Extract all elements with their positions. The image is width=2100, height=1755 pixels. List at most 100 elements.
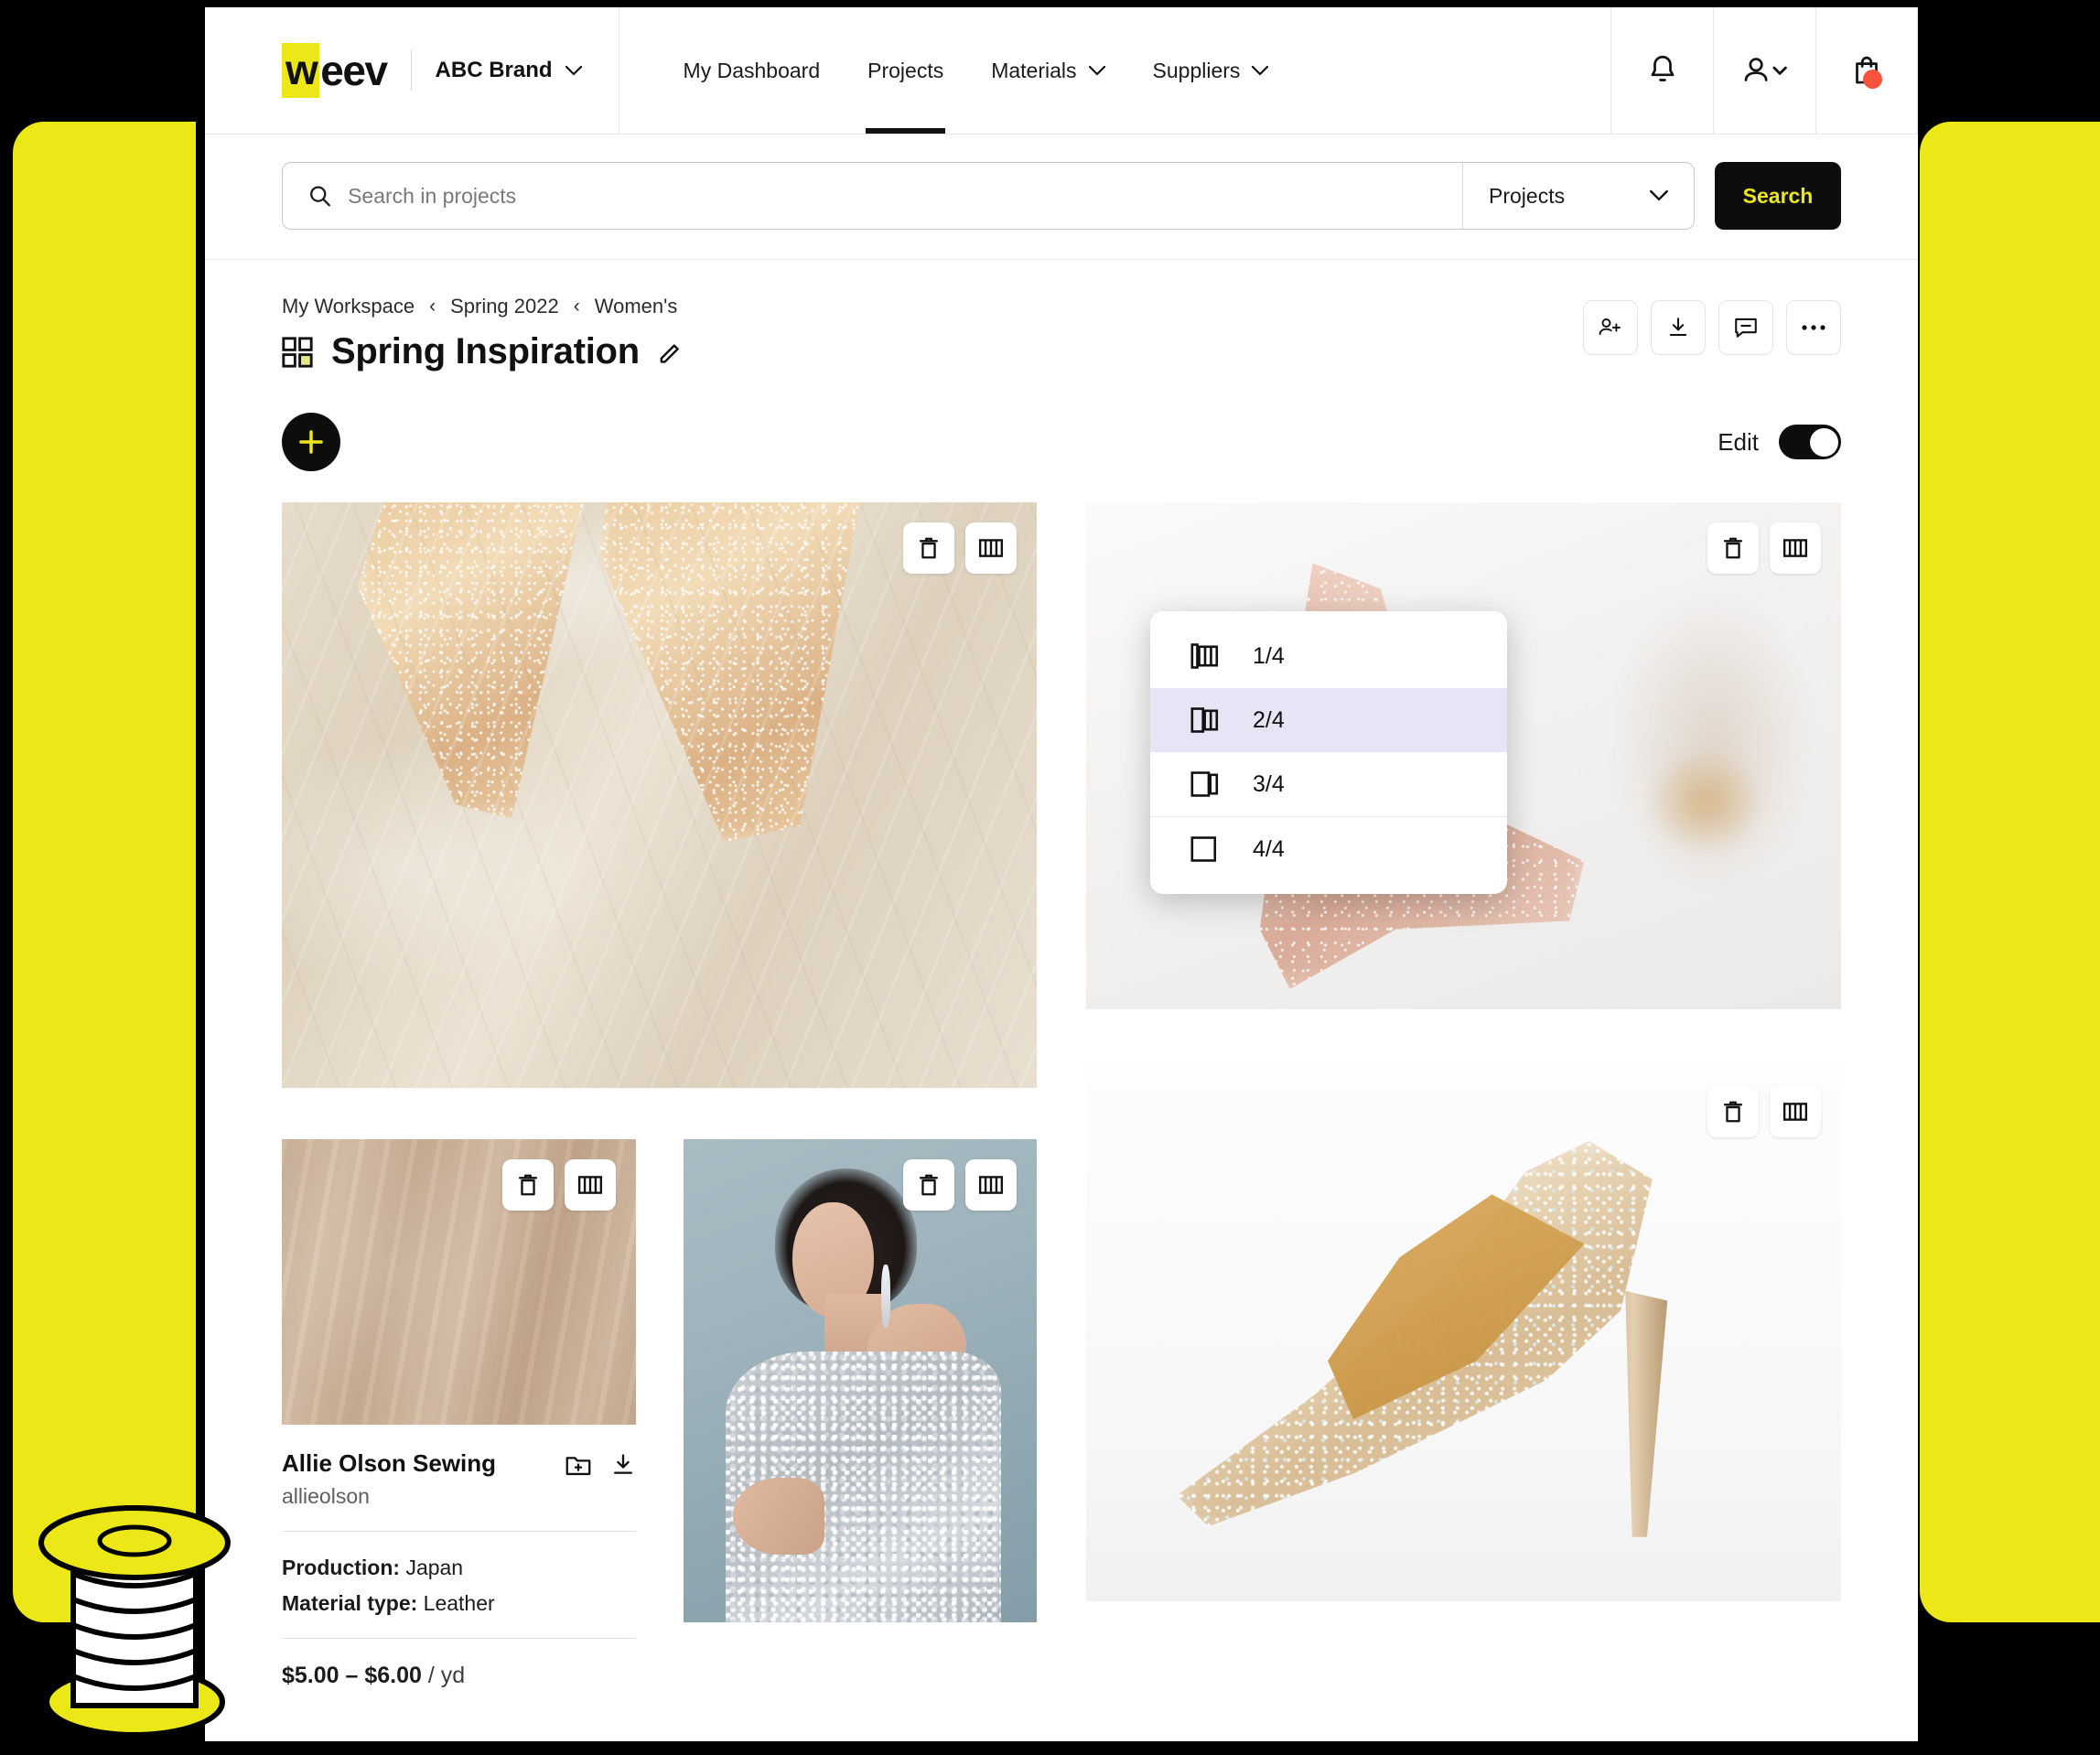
material-price: $5.00 – $6.00 [282, 1662, 422, 1688]
width-menu-label: 2/4 [1253, 706, 1285, 733]
edit-toggle-switch[interactable] [1779, 425, 1841, 459]
card-action-buttons [1707, 1086, 1821, 1137]
card-action-buttons [1707, 522, 1821, 574]
card-sequin-model[interactable] [683, 1139, 1037, 1689]
breadcrumb-item-spring-2022[interactable]: Spring 2022 [450, 295, 559, 318]
edit-toggle-group: Edit [1718, 425, 1841, 459]
card-crystal-pump[interactable] [1086, 1066, 1841, 1601]
material-identity: Allie Olson Sewing allieolson [282, 1448, 496, 1509]
card-action-buttons [501, 1159, 616, 1211]
comments-button[interactable] [1718, 300, 1773, 355]
model-earring [880, 1265, 890, 1328]
width-button[interactable] [564, 1159, 616, 1211]
photo-tulle-shoes [282, 502, 1037, 1088]
delete-button[interactable] [1707, 1086, 1759, 1137]
add-to-folder-button[interactable] [565, 1452, 592, 1478]
material-supplier-handle: allieolson [282, 1483, 370, 1508]
card-action-buttons [903, 522, 1017, 574]
nav-link-materials[interactable]: Materials [967, 7, 1128, 134]
delete-button[interactable] [903, 522, 954, 574]
notifications-button[interactable] [1610, 7, 1713, 134]
more-options-button[interactable] [1786, 300, 1841, 355]
breadcrumb-separator: ‹ [573, 296, 580, 317]
pencil-icon[interactable] [658, 339, 684, 365]
add-item-button[interactable] [282, 413, 340, 471]
photo-crystal-pump [1086, 1066, 1841, 1601]
page-header-left: My Workspace ‹ Spring 2022 ‹ Women's Spr… [282, 295, 684, 372]
search-button[interactable]: Search [1715, 162, 1841, 230]
page-header: My Workspace ‹ Spring 2022 ‹ Women's Spr… [205, 260, 1918, 372]
account-button[interactable] [1713, 7, 1815, 134]
search-input[interactable] [348, 183, 1437, 209]
bell-icon [1651, 55, 1674, 81]
weev-logo[interactable]: w eev [282, 43, 388, 98]
material-quick-actions [565, 1448, 636, 1478]
search-scope-value: Projects [1489, 183, 1566, 208]
chevron-down-icon [1252, 65, 1269, 76]
columns-icon [1782, 1103, 1808, 1121]
breadcrumb-item-my-workspace[interactable]: My Workspace [282, 295, 415, 318]
width-half-icon [1190, 707, 1219, 733]
share-invite-button[interactable] [1583, 300, 1638, 355]
brand-switcher[interactable]: ABC Brand [436, 58, 582, 83]
material-price-row: $5.00 – $6.00 / yd [282, 1639, 636, 1689]
width-quarter-icon [1190, 643, 1219, 669]
page-title: Spring Inspiration [331, 331, 640, 371]
material-spec-list: Production: Japan Material type: Leather [282, 1532, 636, 1639]
width-menu-item-4-4[interactable]: 4/4 [1150, 816, 1507, 881]
width-button[interactable] [965, 522, 1017, 574]
brand-block: w eev ABC Brand [205, 7, 619, 134]
width-menu-item-2-4[interactable]: 2/4 [1150, 688, 1507, 752]
width-button[interactable] [965, 1159, 1017, 1211]
search-icon [310, 186, 330, 207]
nav-link-my-dashboard[interactable]: My Dashboard [660, 7, 845, 134]
gallery-toolbar: Edit [205, 372, 1918, 471]
delete-button[interactable] [903, 1159, 954, 1211]
brand-divider [410, 50, 412, 91]
gallery-subrow: Allie Olson Sewing allieolson Production… [282, 1139, 1037, 1689]
download-button[interactable] [1651, 300, 1706, 355]
model-arm [732, 1477, 825, 1556]
breadcrumb-item-womens[interactable]: Women's [595, 295, 678, 318]
search-bar-row: Projects Search [205, 135, 1918, 260]
card-leather-swatch[interactable]: Allie Olson Sewing allieolson Production… [282, 1139, 636, 1689]
material-price-unit: / yd [427, 1662, 466, 1688]
columns-icon [978, 539, 1004, 557]
person-add-icon [1599, 318, 1621, 335]
card-width-dropdown-menu: 1/4 2/4 3/4 4/4 [1150, 611, 1507, 894]
trash-icon [1723, 537, 1743, 559]
gallery-column-left: Allie Olson Sewing allieolson Production… [282, 502, 1037, 1689]
nav-link-projects[interactable]: Projects [844, 7, 967, 134]
width-button[interactable] [1770, 1086, 1821, 1137]
top-navigation-bar: w eev ABC Brand My Dashboard Projects Ma… [205, 7, 1918, 135]
delete-button[interactable] [1707, 522, 1759, 574]
photo-sequin-model [683, 1139, 1037, 1622]
material-supplier-name: Allie Olson Sewing [282, 1449, 497, 1477]
tulle-fold-texture [282, 502, 1037, 1088]
width-menu-label: 3/4 [1253, 770, 1285, 797]
download-material-button[interactable] [610, 1452, 636, 1478]
nav-link-suppliers[interactable]: Suppliers [1129, 7, 1293, 134]
search-input-wrap [283, 163, 1462, 229]
cart-badge-dot [1863, 70, 1882, 89]
card-image [282, 1139, 636, 1425]
columns-icon [577, 1176, 602, 1194]
download-icon [613, 1454, 632, 1474]
delete-button[interactable] [501, 1159, 554, 1211]
card-tulle-shoes[interactable] [282, 502, 1037, 1088]
screenshot-stage: w eev ABC Brand My Dashboard Projects Ma… [0, 0, 2100, 1755]
width-button[interactable] [1770, 522, 1821, 574]
width-full-icon [1190, 836, 1217, 862]
primary-nav-links: My Dashboard Projects Materials Supplier… [619, 7, 1610, 134]
spec-value: Leather [423, 1590, 495, 1615]
plus-icon [299, 430, 323, 454]
trash-icon [518, 1174, 537, 1196]
nav-link-label: Materials [991, 58, 1077, 82]
search-scope-select[interactable]: Projects [1462, 163, 1694, 229]
cart-button[interactable] [1815, 7, 1918, 134]
spec-label: Production: [282, 1555, 401, 1579]
width-menu-item-1-4[interactable]: 1/4 [1150, 624, 1507, 688]
folder-plus-icon [565, 1457, 590, 1476]
spec-label: Material type: [282, 1590, 418, 1615]
width-menu-item-3-4[interactable]: 3/4 [1150, 752, 1507, 816]
